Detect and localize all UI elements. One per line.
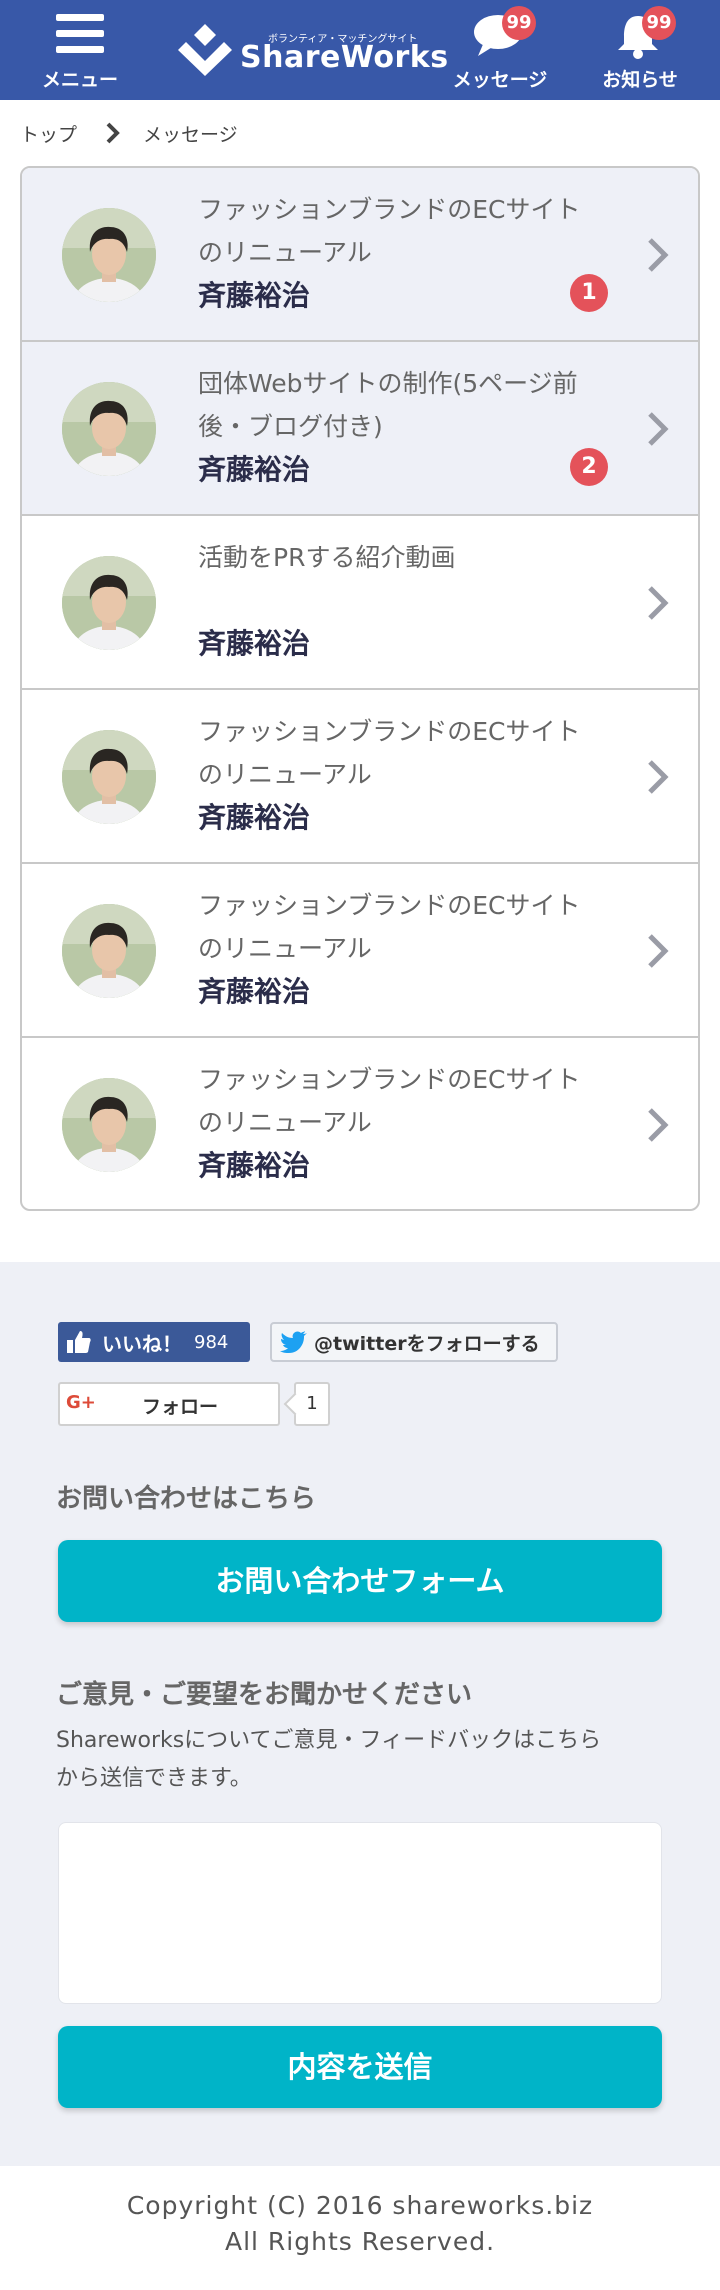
sender-avatar — [62, 730, 156, 824]
sender-name: 斉藤裕治 — [198, 975, 311, 1008]
chevron-right-icon — [648, 760, 669, 794]
thread-title-line2: のリニューアル — [198, 760, 372, 789]
feedback-description-line2: から送信できます。 — [56, 1766, 252, 1791]
hamburger-icon — [56, 14, 104, 54]
sender-name: 斉藤裕治 — [198, 453, 311, 486]
app-header: メニュー ボランティア・マッチングサイト ShareWorks 99 メッセージ… — [0, 0, 720, 100]
menu-button[interactable]: メニュー — [20, 0, 140, 100]
breadcrumb-current: メッセージ — [143, 123, 238, 146]
feedback-description: Shareworksについてご意見・フィードバックはこちら から送信できます。 — [56, 1722, 676, 1798]
chevron-right-icon — [648, 412, 669, 446]
feedback-heading: ご意見・ご要望をお聞かせください — [56, 1680, 473, 1710]
logo-text: ShareWorks — [240, 40, 449, 75]
chevron-right-icon — [648, 586, 669, 620]
facebook-like-label: いいね！ — [102, 1331, 182, 1356]
message-thread-item[interactable]: ファッションブランドのECサイト のリニューアル斉藤裕治 1 — [22, 168, 698, 342]
thread-title: ファッションブランドのECサイト のリニューアル — [198, 710, 608, 796]
thread-title-line2: のリニューアル — [198, 1108, 372, 1137]
unread-count-badge: 1 — [570, 274, 608, 312]
thread-title: 活動をPRする紹介動画 — [198, 536, 608, 579]
messages-count-badge: 99 — [502, 6, 536, 40]
sender-avatar — [62, 208, 156, 302]
copyright-line1: Copyright (C) 2016 shareworks.biz — [126, 2191, 594, 2220]
message-thread-item[interactable]: ファッションブランドのECサイト のリニューアル斉藤裕治 — [22, 1038, 698, 1209]
twitter-follow-label: @twitterをフォローする — [314, 1332, 540, 1355]
thread-title-line1: 団体Webサイトの制作(5ページ前 — [198, 369, 578, 398]
google-plus-follow-label: フォロー — [142, 1396, 219, 1418]
thread-title: ファッションブランドのECサイト のリニューアル — [198, 1058, 608, 1144]
thread-title-line1: ファッションブランドのECサイト — [198, 1065, 581, 1094]
google-plus-follow-button[interactable]: G+ フォロー — [58, 1382, 280, 1426]
contact-heading: お問い合わせはこちら — [56, 1484, 317, 1514]
notifications-label: お知らせ — [602, 69, 678, 91]
copyright-line2: All Rights Reserved. — [224, 2227, 496, 2256]
feedback-textarea[interactable] — [58, 1822, 662, 2004]
sender-name: 斉藤裕治 — [198, 801, 311, 834]
unread-count-badge: 2 — [570, 448, 608, 486]
thread-title: 団体Webサイトの制作(5ページ前 後・ブログ付き) — [198, 362, 608, 448]
thumbs-up-icon — [67, 1331, 91, 1353]
message-thread-item[interactable]: 団体Webサイトの制作(5ページ前 後・ブログ付き) 斉藤裕治 2 — [22, 342, 698, 516]
logo-mark-icon — [178, 24, 232, 76]
google-plus-count: 1 — [294, 1382, 330, 1426]
facebook-like-button[interactable]: いいね！ 984 — [58, 1322, 250, 1362]
google-plus-icon: G+ — [66, 1392, 96, 1413]
thread-title-line1: 活動をPRする紹介動画 — [198, 543, 456, 572]
notifications-button[interactable]: 99 お知らせ — [580, 0, 700, 100]
sender-name: 斉藤裕治 — [198, 1149, 311, 1182]
chevron-right-icon — [106, 122, 120, 144]
thread-title: ファッションブランドのECサイト のリニューアル — [198, 884, 608, 970]
thread-title-line1: ファッションブランドのECサイト — [198, 195, 581, 224]
thread-title-line1: ファッションブランドのECサイト — [198, 891, 581, 920]
footer-section: いいね！ 984 @twitterをフォローする G+ フォロー 1 お問い合わ… — [0, 1262, 720, 2166]
sender-avatar — [62, 556, 156, 650]
chevron-right-icon — [648, 238, 669, 272]
message-list: ファッションブランドのECサイト のリニューアル 斉藤裕治 1 団体Webサイトの制作(… — [20, 166, 700, 1211]
contact-form-button[interactable]: お問い合わせフォーム — [58, 1540, 662, 1622]
sender-avatar — [62, 1078, 156, 1172]
sender-name: 斉藤裕治 — [198, 279, 311, 312]
breadcrumb-home-link[interactable]: トップ — [20, 120, 77, 147]
shareworks-logo[interactable]: ボランティア・マッチングサイト ShareWorks — [176, 14, 448, 84]
breadcrumb: トップ メッセージ — [20, 116, 238, 150]
sender-avatar — [62, 382, 156, 476]
twitter-bird-icon — [280, 1331, 307, 1353]
thread-title-line1: ファッションブランドのECサイト — [198, 717, 581, 746]
thread-title-line2: 後・ブログ付き) — [198, 412, 383, 441]
menu-label: メニュー — [41, 69, 118, 91]
thread-title-line2: のリニューアル — [198, 934, 372, 963]
thread-title-line2: のリニューアル — [198, 238, 372, 267]
twitter-follow-button[interactable]: @twitterをフォローする — [270, 1322, 558, 1362]
sender-name: 斉藤裕治 — [198, 627, 311, 660]
message-thread-item[interactable]: 活動をPRする紹介動画斉藤裕治 — [22, 516, 698, 690]
facebook-like-count: 984 — [194, 1331, 229, 1353]
notifications-count-badge: 99 — [642, 6, 676, 40]
chevron-right-icon — [648, 934, 669, 968]
sender-avatar — [62, 904, 156, 998]
copyright: Copyright (C) 2016 shareworks.biz All Ri… — [0, 2188, 720, 2260]
thread-title: ファッションブランドのECサイト のリニューアル — [198, 188, 608, 274]
messages-button[interactable]: 99 メッセージ — [440, 0, 560, 100]
chevron-right-icon — [648, 1108, 669, 1142]
message-thread-item[interactable]: ファッションブランドのECサイト のリニューアル斉藤裕治 — [22, 690, 698, 864]
message-thread-item[interactable]: ファッションブランドのECサイト のリニューアル斉藤裕治 — [22, 864, 698, 1038]
messages-label: メッセージ — [452, 69, 548, 91]
feedback-submit-button[interactable]: 内容を送信 — [58, 2026, 662, 2108]
feedback-description-line1: Shareworksについてご意見・フィードバックはこちら — [56, 1728, 602, 1753]
